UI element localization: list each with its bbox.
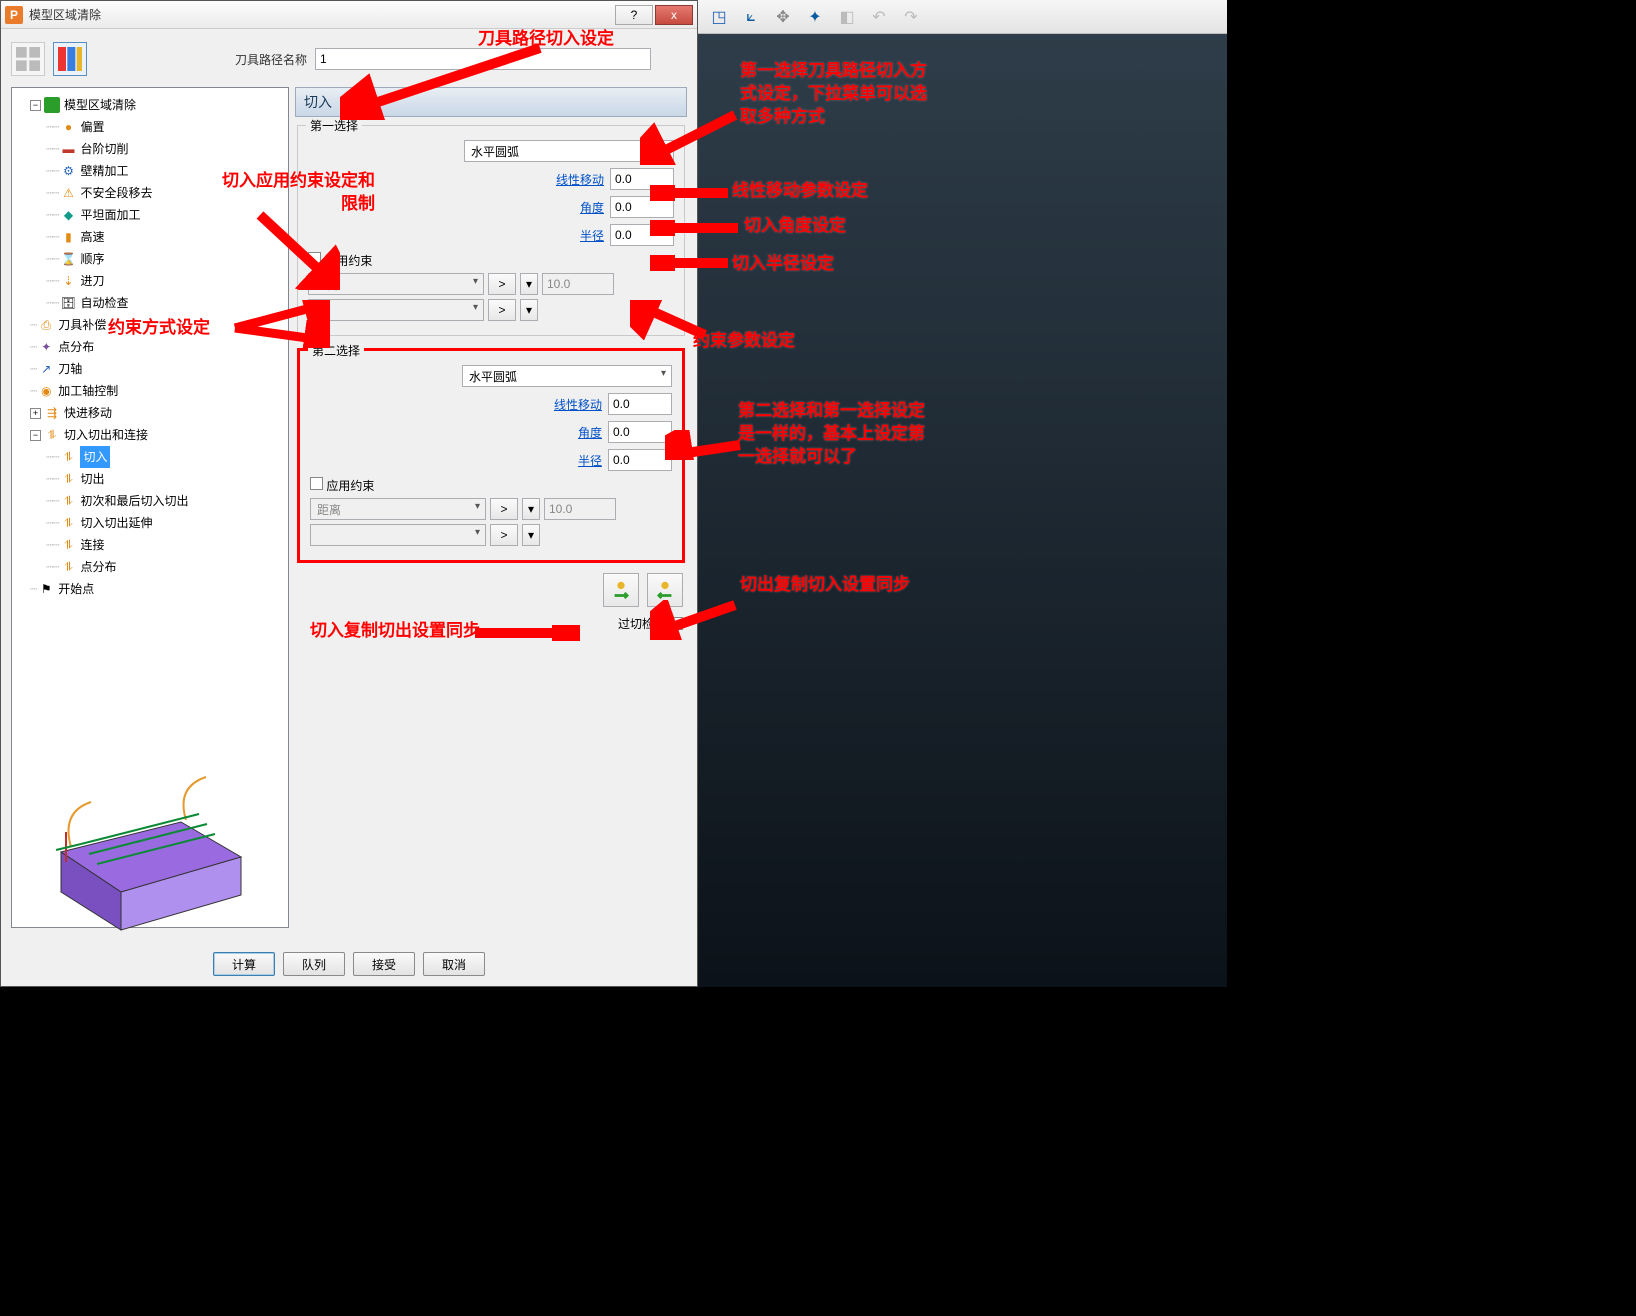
accept-button[interactable]: 接受 <box>353 952 415 976</box>
tree-autocheck[interactable]: 自动检查 <box>80 292 128 314</box>
first-radius-label[interactable]: 半径 <box>580 227 604 244</box>
second-gt-dropdown-icon[interactable]: ▾ <box>522 498 540 520</box>
first-angle-label[interactable]: 角度 <box>580 199 604 216</box>
tree-axisctrl[interactable]: 加工轴控制 <box>58 380 118 402</box>
first-constraint-type2-dropdown[interactable] <box>308 299 484 321</box>
first-type-dropdown[interactable]: 水平圆弧 <box>464 140 674 162</box>
anno-constraint-left: 切入应用约束设定和限制 <box>210 170 375 216</box>
anno-linear: 线性移动参数设定 <box>732 180 868 203</box>
overcut-checkbox[interactable] <box>670 617 683 630</box>
second-angle-input[interactable] <box>608 421 672 443</box>
tree-offset[interactable]: 偏置 <box>80 116 104 138</box>
first-constraint-type-dropdown[interactable]: 距离 <box>308 273 484 295</box>
eraser-icon[interactable]: ◧ <box>836 6 858 28</box>
second-angle-label[interactable]: 角度 <box>578 424 602 441</box>
tree-toolcomp[interactable]: 刀具补偿 <box>58 314 106 336</box>
second-choice-legend: 第二选择 <box>308 342 364 359</box>
anno-constraint-param: 约束参数设定 <box>693 330 795 353</box>
second-linear-input[interactable] <box>608 393 672 415</box>
redo-icon[interactable]: ↷ <box>900 6 922 28</box>
tree-wall[interactable]: 壁精加工 <box>80 160 128 182</box>
star-icon[interactable]: ✦ <box>804 6 826 28</box>
second-gt-button[interactable]: > <box>490 498 518 520</box>
first-choice-legend: 第一选择 <box>306 117 362 134</box>
anno-top: 刀具路径切入设定 <box>478 28 614 51</box>
tree-firstlast[interactable]: 初次和最后切入切出 <box>80 490 188 512</box>
cancel-button[interactable]: 取消 <box>423 952 485 976</box>
tree-links[interactable]: 连接 <box>80 534 104 556</box>
window-title: 模型区域清除 <box>29 6 613 23</box>
second-constraint-type-dropdown[interactable]: 距离 <box>310 498 486 520</box>
tree-rapid[interactable]: 快进移动 <box>64 402 112 424</box>
tree-highspeed[interactable]: 高速 <box>80 226 104 248</box>
section-title: 切入 <box>295 87 687 117</box>
second-apply-constraint-label: 应用约束 <box>326 479 374 493</box>
tree-leadin[interactable]: 切入 <box>80 446 110 468</box>
second-constraint-type2-dropdown[interactable] <box>310 524 486 546</box>
first-constraint-value-input[interactable] <box>542 273 614 295</box>
first-angle-input[interactable] <box>610 196 674 218</box>
model-area-clear-dialog: P 模型区域清除 ? x 刀具路径名称 −模型区域清除 ┈┈●偏置 <box>0 0 698 987</box>
tree-order[interactable]: 顺序 <box>80 248 104 270</box>
tree-flat[interactable]: 平坦面加工 <box>80 204 140 226</box>
first-linear-label[interactable]: 线性移动 <box>556 171 604 188</box>
first-apply-constraint-label: 应用约束 <box>324 254 372 268</box>
close-button[interactable]: x <box>655 5 693 25</box>
cube-icon[interactable]: ◳ <box>708 6 730 28</box>
background-toolbar: ◳ ⟀ ✥ ✦ ◧ ↶ ↷ <box>698 0 1227 34</box>
tree-leadext[interactable]: 切入切出延伸 <box>80 512 152 534</box>
move-icon[interactable]: ✥ <box>772 6 794 28</box>
second-constraint-value-input[interactable] <box>544 498 616 520</box>
second-radius-label[interactable]: 半径 <box>578 452 602 469</box>
queue-button[interactable]: 队列 <box>283 952 345 976</box>
path-name-input[interactable] <box>315 48 651 70</box>
strategy-icon-1[interactable] <box>11 42 45 76</box>
second-type-dropdown[interactable]: 水平圆弧 <box>462 365 672 387</box>
anno-copy-lr: 切入复制切出设置同步 <box>310 620 480 643</box>
second-apply-constraint-checkbox[interactable] <box>310 477 323 490</box>
first-gt2-button[interactable]: > <box>488 299 516 321</box>
second-radius-input[interactable] <box>608 449 672 471</box>
path-name-label: 刀具路径名称 <box>235 51 307 68</box>
tree-pointdist2[interactable]: 点分布 <box>80 556 116 578</box>
copy-leadout-to-leadin-button[interactable] <box>647 573 683 607</box>
tree-approach[interactable]: 进刀 <box>80 270 104 292</box>
help-button[interactable]: ? <box>615 5 653 25</box>
second-gt2-button[interactable]: > <box>490 524 518 546</box>
anno-radius: 切入半径设定 <box>732 253 834 276</box>
tree-root[interactable]: 模型区域清除 <box>64 94 136 116</box>
second-gt2-dropdown-icon[interactable]: ▾ <box>522 524 540 546</box>
anno-constraint-type: 约束方式设定 <box>108 317 210 340</box>
tree-startpt[interactable]: 开始点 <box>58 578 94 600</box>
tree-leads[interactable]: 切入切出和连接 <box>64 424 148 446</box>
undo-icon[interactable]: ↶ <box>868 6 890 28</box>
first-radius-input[interactable] <box>610 224 674 246</box>
tree-unsafe[interactable]: 不安全段移去 <box>80 182 152 204</box>
calculate-button[interactable]: 计算 <box>213 952 275 976</box>
anno-second: 第二选择和第一选择设定是一样的，基本上设定第一选择就可以了 <box>738 400 933 469</box>
first-linear-input[interactable] <box>610 168 674 190</box>
strategy-icon-2[interactable] <box>53 42 87 76</box>
second-choice-group: 第二选择 水平圆弧 线性移动 角度 半径 应用约束 距离 > ▾ <box>297 348 685 563</box>
tree-leadout[interactable]: 切出 <box>80 468 104 490</box>
titlebar: P 模型区域清除 ? x <box>1 1 697 29</box>
tree-step[interactable]: 台阶切削 <box>80 138 128 160</box>
angle-icon[interactable]: ⟀ <box>740 6 762 28</box>
first-gt-button[interactable]: > <box>488 273 516 295</box>
tree-pointdist[interactable]: 点分布 <box>58 336 94 358</box>
viewport-background <box>698 34 1227 987</box>
tree-toolaxis[interactable]: 刀轴 <box>58 358 82 380</box>
first-choice-group: 第一选择 水平圆弧 线性移动 角度 半径 应用约束 距离 > ▾ <box>297 125 685 336</box>
anno-copy-rl: 切出复制切入设置同步 <box>740 574 920 597</box>
second-linear-label[interactable]: 线性移动 <box>554 396 602 413</box>
first-gt-dropdown-icon[interactable]: ▾ <box>520 273 538 295</box>
copy-leadin-to-leadout-button[interactable] <box>603 573 639 607</box>
anno-first: 第一选择刀具路径切入方式设定，下拉菜单可以选取多种方式 <box>740 60 935 129</box>
anno-angle: 切入角度设定 <box>744 215 846 238</box>
app-icon: P <box>5 6 23 24</box>
overcut-check-label: 过切检查 <box>618 615 666 632</box>
first-apply-constraint-checkbox[interactable] <box>308 252 321 265</box>
first-gt2-dropdown-icon[interactable]: ▾ <box>520 299 538 321</box>
